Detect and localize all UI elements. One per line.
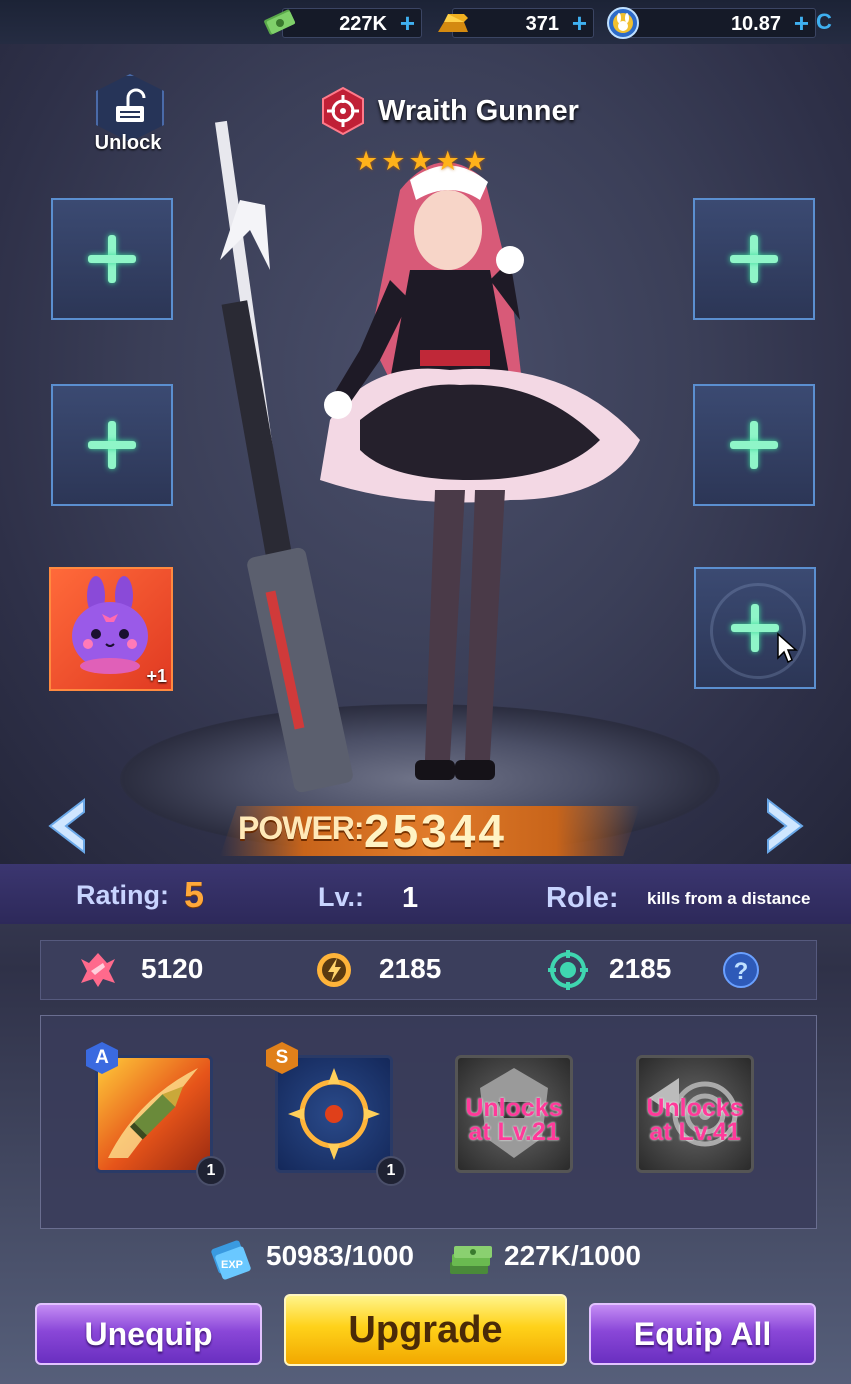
previous-hero-arrow-icon[interactable] — [44, 796, 88, 856]
gold-counter: 371 + — [452, 8, 594, 38]
svg-text:?: ? — [734, 958, 749, 985]
exp-card-icon: EXP — [211, 1240, 251, 1280]
defense-value: 2185 — [609, 953, 672, 984]
power-display: POWER: 25344 — [150, 800, 710, 860]
equip-slot-right-2[interactable] — [693, 384, 815, 506]
role-label: Role: — [546, 882, 619, 914]
equip-slot-right-3[interactable] — [694, 567, 816, 689]
add-cash-button[interactable]: + — [400, 9, 415, 37]
unlock-slot[interactable]: Unlock — [88, 74, 168, 156]
role-value: kills from a distance — [647, 889, 811, 908]
defense-icon — [548, 950, 588, 990]
equip-slot-right-1[interactable] — [693, 198, 815, 320]
gold-bar-icon — [438, 14, 468, 32]
bunny-token-icon — [607, 7, 639, 39]
equip-slot-left-1[interactable] — [51, 198, 173, 320]
level-label: Lv.: — [318, 882, 364, 912]
rating-label: Rating: — [76, 880, 169, 910]
sniper-crosshair-icon — [322, 86, 364, 136]
add-icon — [88, 235, 136, 283]
skill-4-unlock-text: Unlocks at Lv.41 — [646, 1094, 744, 1146]
cash-value: 227K — [339, 13, 387, 35]
crosshair-icon — [288, 1068, 380, 1160]
star-icon: ★ — [408, 146, 433, 176]
level-value: 1 — [402, 882, 419, 914]
energy-value: 2185 — [379, 953, 442, 984]
refresh-icon[interactable]: C — [816, 8, 832, 36]
star-icon: ★ — [435, 146, 460, 176]
hero-portrait[interactable] — [210, 120, 670, 810]
skill-1-level: 1 — [196, 1156, 226, 1186]
add-gold-button[interactable]: + — [572, 9, 587, 37]
attack-icon — [81, 953, 115, 987]
hero-info-bar: Rating: 5 Lv.: 1 Role: kills from a dist… — [0, 864, 851, 924]
cash-icon — [264, 9, 295, 35]
skill-slot-3-locked[interactable]: Unlocks at Lv.21 — [455, 1055, 573, 1173]
exp-cost: 50983/1000 — [266, 1240, 414, 1271]
help-icon[interactable]: ? — [721, 950, 761, 990]
token-value: 10.87 — [730, 13, 781, 35]
attack-value: 5120 — [141, 953, 204, 984]
power-label: POWER: — [238, 810, 365, 846]
add-token-button[interactable]: + — [794, 9, 809, 37]
power-value: 25344 — [364, 805, 507, 857]
cash-counter: 227K + — [282, 8, 422, 38]
hero-name: Wraith Gunner — [378, 94, 579, 127]
skill-slot-2[interactable] — [275, 1055, 393, 1173]
hero-title: Wraith Gunner — [318, 86, 579, 136]
pet-slot[interactable]: +1 — [49, 567, 173, 691]
rating-value: 5 — [184, 874, 205, 915]
cash-stack-icon — [450, 1246, 492, 1274]
skill-2-level: 1 — [376, 1156, 406, 1186]
next-hero-arrow-icon[interactable] — [764, 796, 808, 856]
svg-text:EXP: EXP — [221, 1259, 243, 1271]
equip-all-button[interactable]: Equip All — [589, 1303, 816, 1365]
token-counter: 10.87 + — [622, 8, 816, 38]
cursor-icon — [777, 632, 798, 664]
pet-badge: +1 — [146, 666, 167, 686]
star-icon: ★ — [462, 146, 488, 176]
unequip-button[interactable]: Unequip — [35, 1303, 262, 1365]
gold-value: 371 — [525, 13, 559, 35]
stats-panel: 5120 2185 2185 ? — [40, 940, 817, 1000]
skill-slot-1[interactable] — [95, 1055, 213, 1173]
equip-slot-left-2[interactable] — [51, 384, 173, 506]
star-icon: ★ — [381, 146, 406, 176]
bullet-icon — [108, 1068, 198, 1158]
skill-3-unlock-text: Unlocks at Lv.21 — [465, 1094, 563, 1146]
add-icon — [730, 235, 778, 283]
currency-bar: 227K + 371 + 10.87 + C — [0, 0, 851, 45]
add-icon — [730, 421, 778, 469]
energy-icon — [317, 953, 351, 987]
star-icon: ★ — [354, 146, 379, 176]
cash-cost: 227K/1000 — [504, 1240, 642, 1271]
unlock-label: Unlock — [94, 132, 162, 154]
add-icon — [88, 421, 136, 469]
hero-stars: ★ ★ ★ ★ ★ — [354, 148, 487, 175]
add-icon — [731, 604, 779, 652]
upgrade-button[interactable]: Upgrade — [284, 1294, 567, 1366]
skill-slot-4-locked[interactable]: Unlocks at Lv.41 — [636, 1055, 754, 1173]
